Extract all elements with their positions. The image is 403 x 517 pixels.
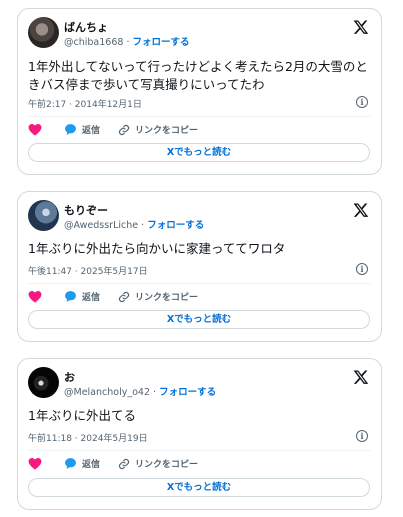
like-button[interactable] bbox=[28, 123, 42, 136]
tweet-timestamp[interactable]: 午前2:17 · 2014年12月1日 bbox=[28, 97, 142, 110]
separator-dot: · bbox=[153, 387, 157, 398]
x-logo-icon[interactable] bbox=[353, 202, 369, 218]
follow-button[interactable]: フォローする bbox=[133, 37, 190, 48]
x-logo-icon[interactable] bbox=[353, 369, 369, 385]
divider bbox=[28, 116, 371, 117]
divider bbox=[28, 450, 371, 451]
user-handle[interactable]: @Melancholy_o42 bbox=[64, 387, 150, 398]
display-name[interactable]: お bbox=[64, 369, 75, 385]
separator-dot: · bbox=[141, 220, 145, 231]
tweet-card: ばんちょ @chiba1668 · フォローする 1年外出してないって行ったけど… bbox=[17, 8, 382, 175]
heart-icon bbox=[28, 457, 42, 470]
like-button[interactable] bbox=[28, 457, 42, 470]
tweet-timestamp[interactable]: 午前11:18 · 2024年5月19日 bbox=[28, 431, 148, 444]
action-bar: 返信 リンクをコピー bbox=[28, 123, 371, 139]
tweet-text: 1年ぶりに外出てる bbox=[28, 408, 136, 423]
speech-bubble-icon bbox=[65, 458, 76, 469]
copy-link-label: リンクをコピー bbox=[135, 126, 199, 136]
separator-dot: · bbox=[126, 37, 130, 48]
read-more-button[interactable]: Xでもっと読む bbox=[28, 310, 370, 329]
tweet-text: 1年ぶりに外出たら向かいに家建っててワロタ bbox=[28, 241, 286, 256]
tweet-card: もりぞー @AwedssrLiche · フォローする 1年ぶりに外出たら向かい… bbox=[17, 191, 382, 342]
tweet-timestamp[interactable]: 午後11:47 · 2025年5月17日 bbox=[28, 264, 148, 277]
avatar[interactable] bbox=[28, 367, 59, 398]
copy-link-label: リンクをコピー bbox=[135, 460, 199, 470]
tweet-text: 1年外出してないって行ったけどよく考えたら2月の大雪のときバス停まで歩いて写真撮… bbox=[28, 59, 368, 92]
action-bar: 返信 リンクをコピー bbox=[28, 457, 371, 473]
reply-label: 返信 bbox=[82, 293, 101, 303]
follow-button[interactable]: フォローする bbox=[147, 220, 204, 231]
user-handle[interactable]: @AwedssrLiche bbox=[64, 220, 138, 231]
display-name[interactable]: もりぞー bbox=[64, 202, 108, 218]
read-more-button[interactable]: Xでもっと読む bbox=[28, 478, 370, 497]
reply-label: 返信 bbox=[82, 126, 101, 136]
tweet-header: もりぞー @AwedssrLiche · フォローする bbox=[28, 200, 371, 234]
heart-icon bbox=[28, 290, 42, 303]
link-icon bbox=[118, 458, 130, 469]
link-icon bbox=[118, 291, 130, 302]
link-icon bbox=[118, 124, 130, 135]
user-handle[interactable]: @chiba1668 bbox=[64, 37, 123, 48]
copy-link-label: リンクをコピー bbox=[135, 293, 199, 303]
copy-link-button[interactable]: リンクをコピー bbox=[118, 457, 198, 470]
tweet-header: お @Melancholy_o42 · フォローする bbox=[28, 367, 371, 401]
avatar[interactable] bbox=[28, 17, 59, 48]
follow-button[interactable]: フォローする bbox=[159, 387, 216, 398]
tweet-header: ばんちょ @chiba1668 · フォローする bbox=[28, 17, 371, 51]
reply-button[interactable]: 返信 bbox=[64, 290, 100, 303]
tweet-card: お @Melancholy_o42 · フォローする 1年ぶりに外出てる 午前1… bbox=[17, 358, 382, 510]
speech-bubble-icon bbox=[65, 291, 76, 302]
info-icon[interactable]: i bbox=[356, 96, 368, 108]
speech-bubble-icon bbox=[65, 124, 76, 135]
info-icon[interactable]: i bbox=[356, 263, 368, 275]
handle-line: @AwedssrLiche · フォローする bbox=[64, 217, 204, 231]
divider bbox=[28, 283, 371, 284]
handle-line: @Melancholy_o42 · フォローする bbox=[64, 384, 216, 398]
reply-button[interactable]: 返信 bbox=[64, 457, 100, 470]
avatar[interactable] bbox=[28, 200, 59, 231]
reply-button[interactable]: 返信 bbox=[64, 123, 100, 136]
x-logo-icon[interactable] bbox=[353, 19, 369, 35]
info-icon[interactable]: i bbox=[356, 430, 368, 442]
display-name[interactable]: ばんちょ bbox=[64, 19, 108, 35]
heart-icon bbox=[28, 123, 42, 136]
read-more-button[interactable]: Xでもっと読む bbox=[28, 143, 370, 162]
copy-link-button[interactable]: リンクをコピー bbox=[118, 290, 198, 303]
reply-label: 返信 bbox=[82, 460, 101, 470]
copy-link-button[interactable]: リンクをコピー bbox=[118, 123, 198, 136]
like-button[interactable] bbox=[28, 290, 42, 303]
action-bar: 返信 リンクをコピー bbox=[28, 290, 371, 306]
handle-line: @chiba1668 · フォローする bbox=[64, 34, 190, 48]
